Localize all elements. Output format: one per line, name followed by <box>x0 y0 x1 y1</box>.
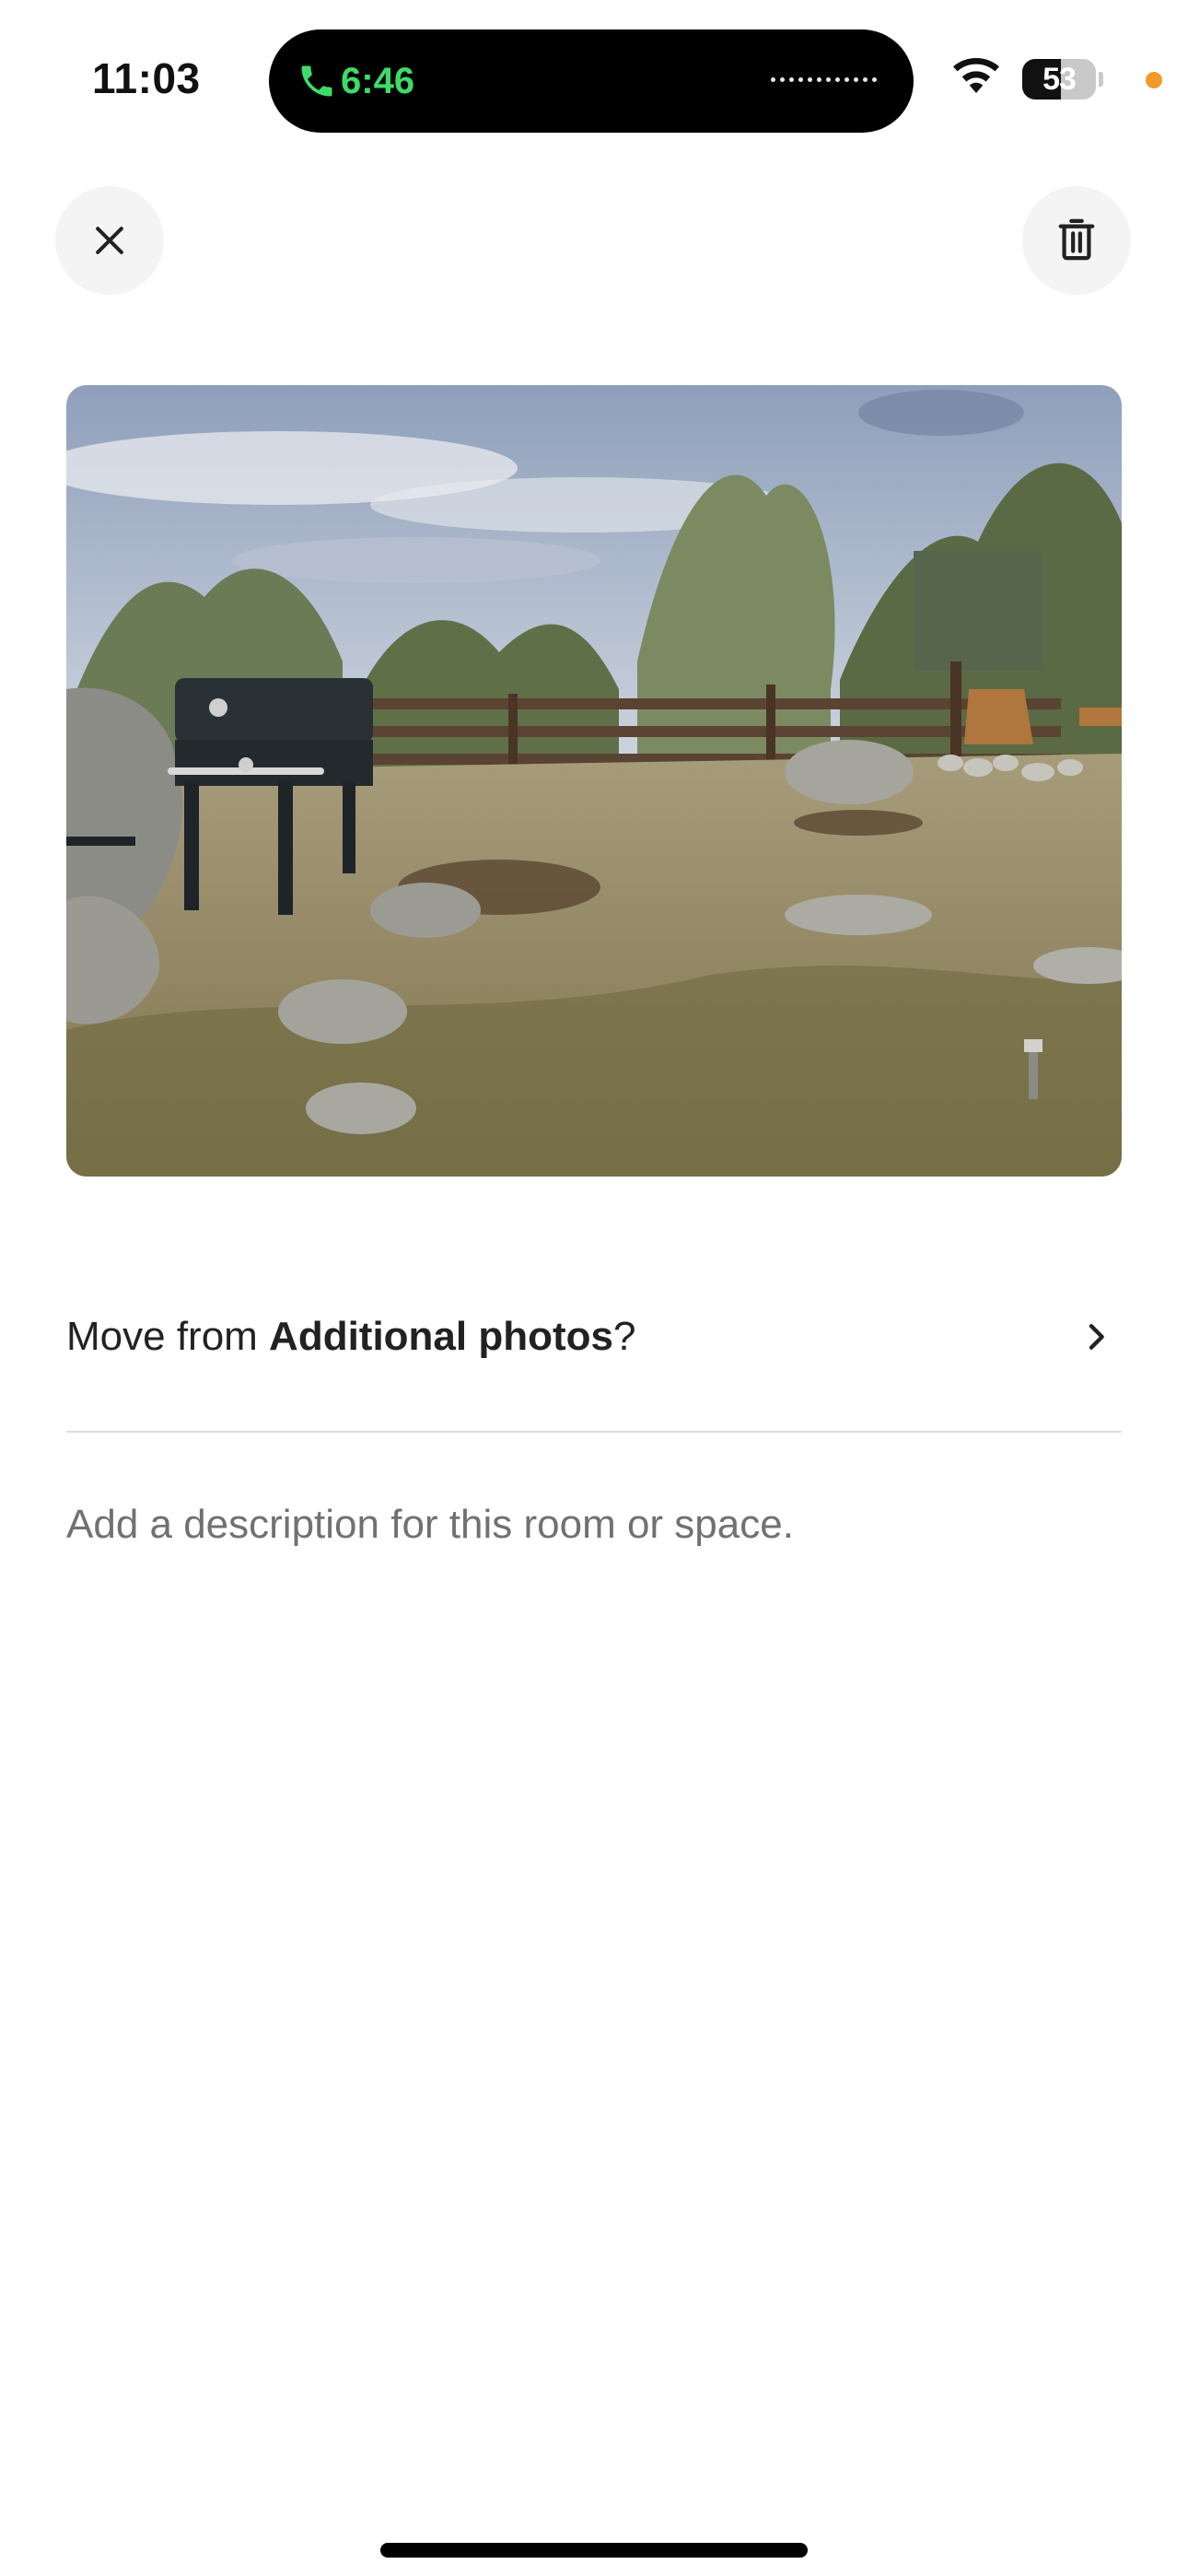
home-indicator[interactable] <box>380 2543 808 2558</box>
chevron-right-icon <box>1089 1324 1104 1350</box>
status-time: 11:03 <box>92 54 201 102</box>
battery-level: 53 <box>1042 61 1077 97</box>
divider <box>66 1431 1122 1433</box>
description-field[interactable]: Add a description for this room or space… <box>66 1502 1122 1548</box>
close-button[interactable] <box>55 186 164 295</box>
call-duration: 6:46 <box>341 61 415 101</box>
dynamic-island[interactable]: 6:46 <box>269 29 914 133</box>
photo-edit-screen: 11:03 6:46 53 Move from Additional photo… <box>0 0 1188 2576</box>
battery-nub <box>1099 72 1103 87</box>
phone-icon <box>301 65 332 97</box>
move-photo-row[interactable]: Move from Additional photos? <box>66 1271 1122 1402</box>
trash-icon <box>1058 218 1095 261</box>
audio-waveform <box>771 77 877 82</box>
wifi-icon <box>953 58 999 93</box>
battery-indicator: 53 <box>1022 59 1096 100</box>
photo-illustration <box>66 385 1122 1177</box>
delete-photo-button[interactable] <box>1022 186 1131 295</box>
privacy-indicator-dot <box>1146 72 1162 88</box>
move-prefix: Move from <box>66 1314 270 1359</box>
backyard-grill-photo[interactable] <box>66 385 1122 1177</box>
move-photo-label: Move from Additional photos? <box>66 1314 635 1360</box>
album-name: Additional photos <box>269 1314 613 1359</box>
close-icon <box>96 227 123 254</box>
move-suffix: ? <box>612 1314 636 1359</box>
